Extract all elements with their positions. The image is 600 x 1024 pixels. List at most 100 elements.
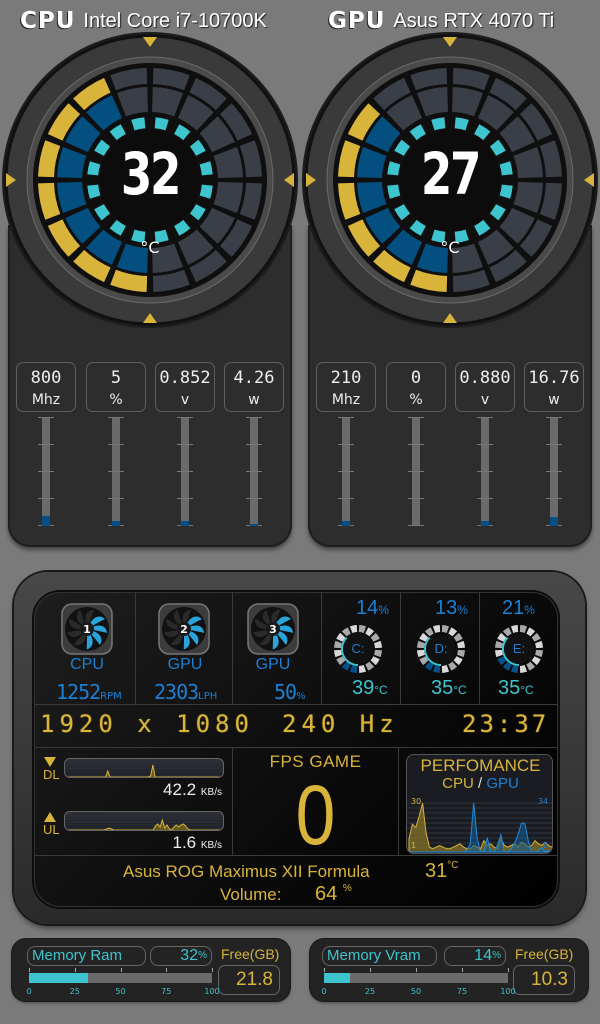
- value: 21: [502, 597, 525, 619]
- scale-tick: [416, 968, 417, 972]
- cpu-clock-stat: 800 Mhz: [16, 362, 76, 412]
- value: 1.6: [172, 833, 197, 852]
- value: 2303: [154, 680, 199, 704]
- divider: [135, 592, 136, 704]
- memory-ram-fill: [29, 973, 88, 983]
- refresh-rate-readout: 240 Hz: [282, 710, 399, 738]
- unit: %: [342, 883, 352, 894]
- stat-unit: w: [248, 392, 260, 408]
- stat-unit: Mhz: [31, 392, 61, 408]
- drive-e-usage: 21%: [502, 597, 535, 620]
- download-arrow-icon: [44, 757, 56, 767]
- scale-label: 25: [69, 987, 80, 996]
- memory-vram-free-value: 10.3: [513, 965, 575, 995]
- value: 35: [498, 677, 521, 699]
- volume-label[interactable]: Volume:: [220, 885, 281, 905]
- gpu-power-stat: 16.76 w: [524, 362, 584, 412]
- stat-value: 0.880: [459, 368, 511, 388]
- cpu-load-stat: 5%: [86, 362, 146, 412]
- performance-plot: [407, 802, 552, 853]
- unit: RPM: [100, 691, 122, 702]
- legend-cpu: CPU: [442, 775, 474, 792]
- drive-d-letter: D:: [434, 641, 448, 656]
- cpu-temp-unit: °C: [140, 238, 160, 257]
- stat-unit: Mhz: [331, 392, 361, 408]
- drive-c-letter: C:: [351, 641, 365, 656]
- unit: °C: [520, 683, 534, 697]
- gpu-voltage-stat: 0.880 v: [455, 362, 515, 412]
- motherboard-name: Asus ROG Maximus XII Formula: [123, 862, 370, 881]
- memory-vram-label: Memory Vram: [322, 946, 437, 966]
- stat-level-bar: [338, 417, 354, 526]
- unit: °C: [447, 860, 459, 871]
- fan-icon: 1: [61, 603, 113, 655]
- value: 1252: [56, 680, 101, 704]
- divider: [398, 747, 399, 855]
- stat-value: 4.26: [233, 368, 275, 388]
- download-rate: 42.2 KB/s: [92, 780, 222, 800]
- unit: KB/s: [200, 840, 222, 851]
- scale-tick: [508, 968, 509, 972]
- fps-value: 0: [295, 768, 336, 862]
- unit: %: [378, 603, 389, 617]
- divider: [321, 592, 322, 704]
- drive-d-usage: 13%: [435, 597, 468, 620]
- scale-label: 50: [410, 987, 422, 996]
- volume-value[interactable]: 64 %: [315, 883, 352, 906]
- scale-tick: [166, 968, 168, 972]
- scale-label: 100: [500, 987, 516, 996]
- memory-vram-fill: [324, 973, 350, 983]
- scale-tick: [370, 968, 371, 972]
- fan2-label: GPU: [167, 656, 203, 673]
- stat-unit: v: [480, 392, 490, 408]
- value: 32: [180, 947, 199, 964]
- value: 31: [425, 860, 448, 882]
- value: 39: [352, 677, 375, 699]
- gpu-temp-unit: °C: [440, 238, 460, 257]
- scale-tick: [120, 968, 122, 972]
- download-label: DL: [43, 767, 60, 782]
- stat-value: 16.76: [528, 368, 580, 388]
- stat-unit: v: [180, 392, 190, 408]
- performance-title: PERFOMANCE: [420, 756, 541, 775]
- fan3-value: 50%: [274, 680, 306, 704]
- fan-icon: 2: [158, 603, 210, 655]
- value: 13: [435, 597, 458, 619]
- stat-value: 5: [110, 368, 122, 388]
- drive-c-temp: 39°C: [352, 677, 388, 700]
- motherboard-temp: 31°C: [425, 860, 458, 883]
- gpu-temp-value: 27: [420, 140, 482, 208]
- unit: %: [524, 603, 535, 617]
- cpu-max-label: 30: [411, 797, 422, 806]
- stat-unit: %: [109, 392, 123, 408]
- memory-ram-label: Memory Ram: [27, 946, 146, 966]
- stat-value: 800: [30, 368, 62, 388]
- unit: %: [492, 950, 501, 961]
- value: 35: [431, 677, 454, 699]
- clock-readout: 23:37: [462, 710, 550, 738]
- gpu-max-label: 34: [537, 797, 548, 806]
- fan2-value: 2303LPH: [154, 680, 217, 704]
- divider: [400, 592, 401, 704]
- value: 50: [274, 680, 297, 704]
- value: 14: [474, 947, 493, 964]
- scale-tick: [212, 968, 213, 972]
- fan-number: 2: [180, 623, 188, 636]
- gpu-temp-gauge: 27 °C: [300, 30, 600, 330]
- scale-label: 75: [456, 987, 468, 996]
- divider: [232, 592, 233, 704]
- stat-value: 210: [330, 368, 362, 388]
- resolution-readout: 1920 x 1080: [40, 710, 254, 738]
- scale-tick: [29, 968, 30, 972]
- stat-value: 0.852: [159, 368, 211, 388]
- scale-tick: [74, 968, 76, 972]
- gpu-load-stat: 0%: [386, 362, 446, 412]
- scale-label: 75: [161, 987, 172, 996]
- scale-label: 0: [26, 987, 32, 996]
- value: 42.2: [163, 780, 197, 799]
- scale-tick: [324, 968, 325, 972]
- stat-level-bar: [246, 417, 262, 526]
- divider: [34, 704, 558, 705]
- memory-ram-percent: 32%: [150, 946, 212, 966]
- scale-label: 100: [204, 987, 220, 996]
